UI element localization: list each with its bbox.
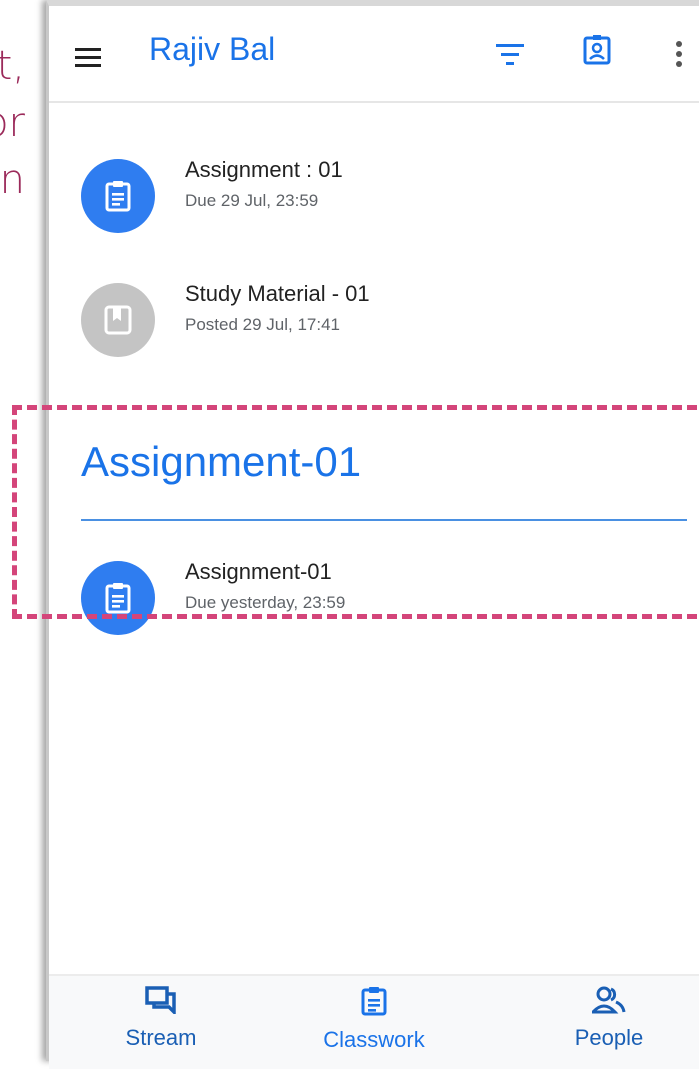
more-vert-icon[interactable] — [675, 41, 683, 71]
phone-screen: Rajiv Bal Assignment : 01 Due 29 Jul, 23… — [46, 0, 699, 1069]
assignment-icon — [81, 159, 155, 233]
tab-label: People — [574, 1025, 644, 1050]
slide-text-line: t, — [0, 43, 25, 89]
item-title: Assignment : 01 — [185, 157, 343, 182]
list-item-study-material[interactable]: Study Material - 01 Posted 29 Jul, 17:41 — [77, 277, 637, 357]
tab-people[interactable]: People — [524, 986, 694, 1051]
item-title: Study Material - 01 — [185, 281, 370, 306]
item-due-date: Due 29 Jul, 23:59 — [185, 191, 319, 210]
material-icon — [81, 283, 155, 357]
page-title: Rajiv Bal — [149, 31, 276, 67]
slide-text-line: or — [0, 100, 25, 146]
tab-stream[interactable]: Stream — [76, 986, 246, 1051]
tab-label: Classwork — [323, 1027, 425, 1052]
menu-icon[interactable] — [75, 48, 101, 67]
item-title: Assignment-01 — [185, 559, 332, 584]
bottom-navigation: Stream Classwork People — [49, 974, 699, 1069]
tab-classwork[interactable]: Classwork — [289, 986, 459, 1053]
classwork-icon — [361, 987, 387, 1016]
item-posted-date: Posted 29 Jul, 17:41 — [185, 315, 341, 334]
topic-divider — [81, 519, 687, 521]
assignment-icon — [81, 561, 155, 635]
class-badge-icon[interactable] — [583, 35, 611, 70]
slide-text-line: n — [0, 157, 25, 203]
filter-icon[interactable] — [495, 44, 525, 68]
list-item-topic-assignment[interactable]: Assignment-01 Due yesterday, 23:59 — [77, 555, 637, 635]
people-icon — [589, 986, 626, 1014]
item-due-date: Due yesterday, 23:59 — [185, 593, 346, 612]
stream-icon — [145, 986, 176, 1017]
tab-label: Stream — [125, 1025, 197, 1050]
topic-heading: Assignment-01 — [81, 438, 362, 485]
app-bar: Rajiv Bal — [49, 6, 699, 103]
background-slide-text: t, or n — [0, 38, 25, 209]
list-item-assignment-01[interactable]: Assignment : 01 Due 29 Jul, 23:59 — [77, 153, 637, 233]
